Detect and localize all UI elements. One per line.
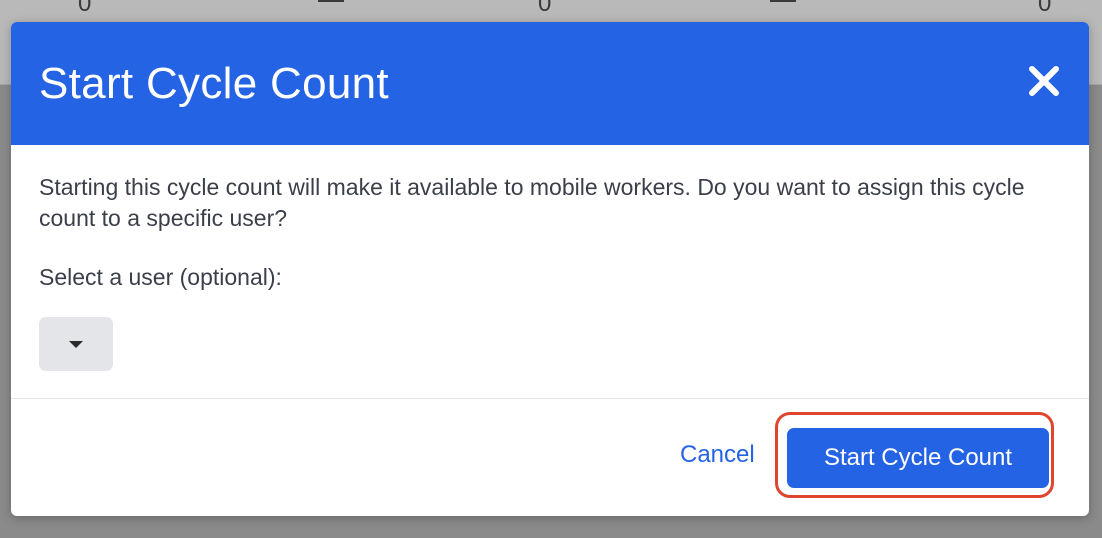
footer-divider xyxy=(11,398,1089,399)
dialog-title: Start Cycle Count xyxy=(39,59,389,108)
background-cell-dash xyxy=(318,0,344,2)
dialog-body: Starting this cycle count will make it a… xyxy=(39,172,1049,234)
start-cycle-count-dialog: Start Cycle Count Starting this cycle co… xyxy=(11,22,1089,516)
close-icon[interactable] xyxy=(1027,64,1061,98)
background-cell-value: 0 xyxy=(1038,0,1052,17)
select-user-label: Select a user (optional): xyxy=(39,264,282,290)
dialog-header: Start Cycle Count xyxy=(11,22,1089,145)
cancel-button[interactable]: Cancel xyxy=(680,440,755,470)
background-cell-value: 0 xyxy=(538,0,552,17)
background-cell-value: 0 xyxy=(78,0,92,17)
caret-down-icon xyxy=(69,341,83,348)
dialog-description: Starting this cycle count will make it a… xyxy=(39,174,1025,231)
background-cell-dash xyxy=(770,0,796,2)
user-select-dropdown[interactable] xyxy=(39,317,113,371)
select-label-container: Select a user (optional): xyxy=(39,262,282,293)
start-cycle-count-button[interactable]: Start Cycle Count xyxy=(787,428,1049,488)
